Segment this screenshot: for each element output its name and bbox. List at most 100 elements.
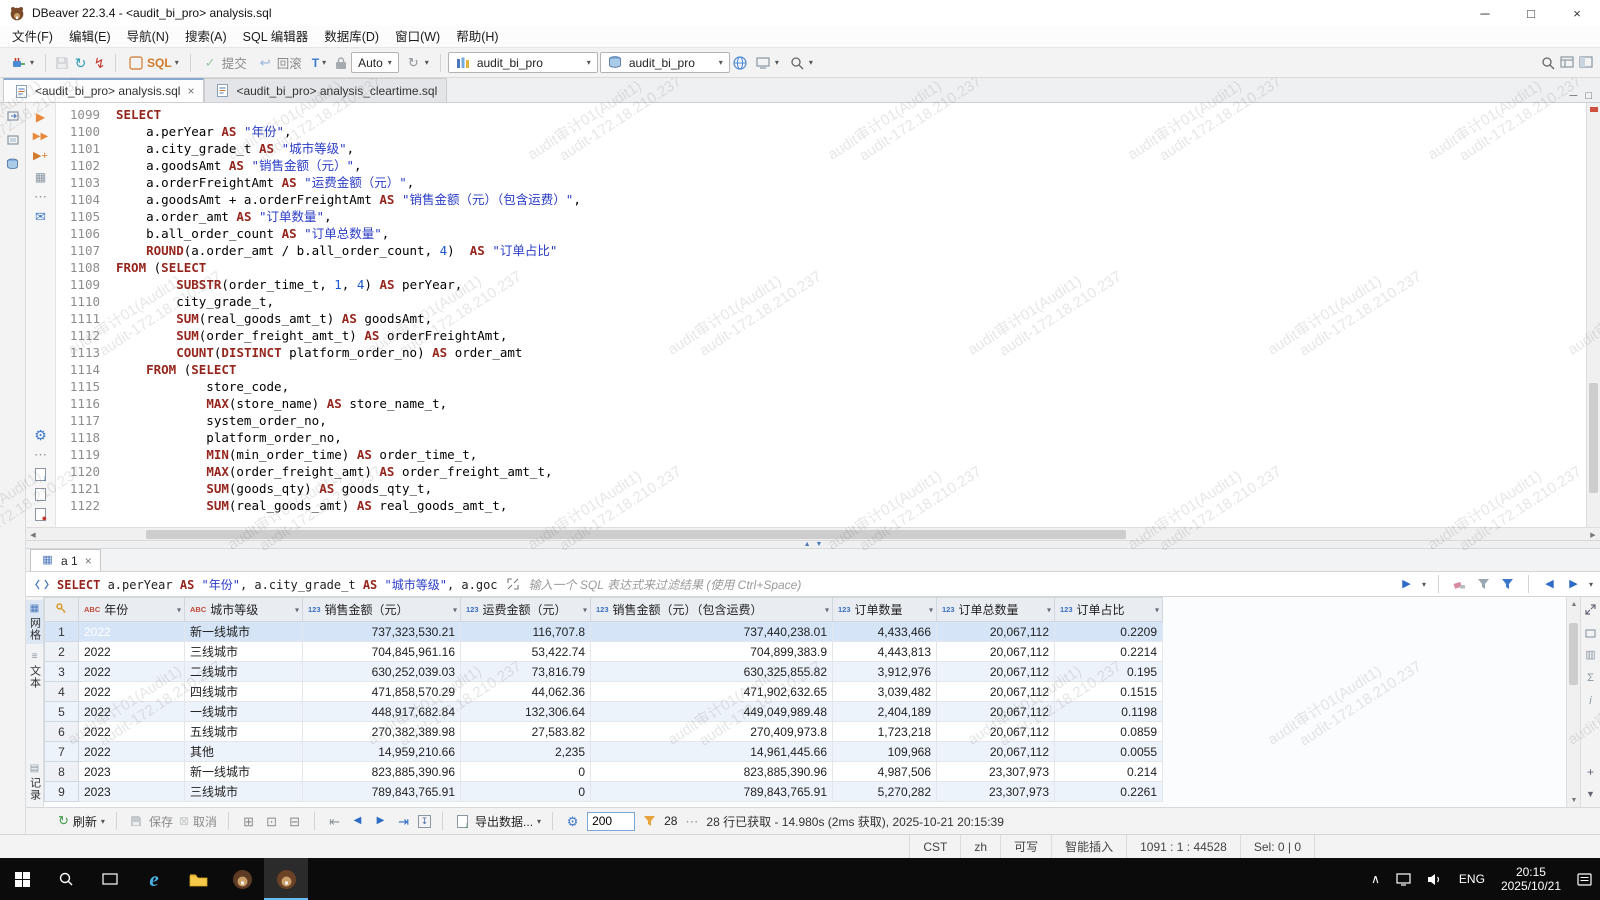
- grid-cell[interactable]: 20,067,112: [937, 622, 1055, 642]
- grid-cell[interactable]: 2022: [79, 642, 185, 662]
- code-line[interactable]: a.order_amt AS "订单数量",: [116, 208, 1586, 225]
- grid-cell[interactable]: 23,307,973: [937, 762, 1055, 782]
- grid-cell[interactable]: 3,039,482: [833, 682, 937, 702]
- grid-cell[interactable]: 0: [461, 762, 591, 782]
- file-explorer-icon[interactable]: [176, 858, 220, 900]
- grid-corner[interactable]: [45, 598, 79, 622]
- abort-icon[interactable]: ↯: [91, 54, 108, 71]
- transaction-log-button[interactable]: ↻ ▾: [401, 52, 433, 73]
- execute-script-icon[interactable]: ▶▶: [32, 128, 49, 145]
- calc-panel-icon[interactable]: Σ: [1582, 670, 1599, 687]
- code-line[interactable]: SUBSTR(order_time_t, 1, 4) AS perYear,: [116, 276, 1586, 293]
- column-header[interactable]: 123订单总数量▾: [937, 598, 1055, 622]
- code-line[interactable]: a.orderFreightAmt AS "运费金额（元）",: [116, 174, 1586, 191]
- row-number[interactable]: 6: [45, 722, 79, 742]
- history-forward-icon[interactable]: ▶: [1565, 576, 1582, 593]
- scroll-left-icon[interactable]: ◀: [26, 528, 40, 541]
- database-navigator-icon[interactable]: [4, 155, 21, 172]
- grid-cell[interactable]: 5,270,282: [833, 782, 937, 802]
- tab-close-icon[interactable]: ×: [85, 554, 92, 568]
- column-filter-icon[interactable]: ▾: [1155, 605, 1159, 614]
- scroll-right-icon[interactable]: ▶: [1586, 528, 1600, 541]
- code-line[interactable]: a.perYear AS "年份",: [116, 123, 1586, 140]
- prev-page-icon[interactable]: ◀: [349, 813, 366, 830]
- grid-cell[interactable]: 109,968: [833, 742, 937, 762]
- quick-search-icon[interactable]: [1539, 54, 1556, 71]
- window-layout-button[interactable]: ▾: [751, 52, 783, 73]
- grid-cell[interactable]: 704,845,961.16: [303, 642, 461, 662]
- show-view-icon[interactable]: [1577, 54, 1594, 71]
- export-data-button[interactable]: ↓ 导出数据... ▾: [454, 813, 541, 830]
- grid-cell[interactable]: 2023: [79, 762, 185, 782]
- row-number[interactable]: 2: [45, 642, 79, 662]
- menu-navigate[interactable]: 导航(N): [119, 26, 177, 48]
- transaction-mode-button[interactable]: T ▾: [308, 54, 330, 72]
- scroll-down-icon[interactable]: ▼: [1567, 793, 1581, 807]
- menu-file[interactable]: 文件(F): [4, 26, 61, 48]
- grid-cell[interactable]: 三线城市: [185, 642, 303, 662]
- grid-cell[interactable]: 2022: [79, 742, 185, 762]
- grid-cell[interactable]: 4,987,506: [833, 762, 937, 782]
- grid-cell[interactable]: 789,843,765.91: [303, 782, 461, 802]
- grid-cell[interactable]: 其他: [185, 742, 303, 762]
- grid-cell[interactable]: 新一线城市: [185, 622, 303, 642]
- dbeaver-app-icon-active[interactable]: [264, 858, 308, 900]
- code-line[interactable]: store_code,: [116, 378, 1586, 395]
- grid-cell[interactable]: 4,443,813: [833, 642, 937, 662]
- fetch-size-input[interactable]: [587, 812, 635, 831]
- grid-cell[interactable]: 53,422.74: [461, 642, 591, 662]
- code-line[interactable]: city_grade_t,: [116, 293, 1586, 310]
- grid-cell[interactable]: 0.2261: [1055, 782, 1163, 802]
- new-connection-button[interactable]: ▾: [6, 52, 38, 73]
- fetch-all-icon[interactable]: ↧: [418, 815, 431, 828]
- open-perspective-icon[interactable]: [1558, 54, 1575, 71]
- code-line[interactable]: SUM(order_freight_amt_t) AS orderFreight…: [116, 327, 1586, 344]
- clear-filter-icon[interactable]: [1451, 576, 1468, 593]
- collapse-down-icon[interactable]: ▼: [816, 541, 823, 548]
- search-button[interactable]: ▾: [785, 52, 817, 73]
- menu-search[interactable]: 搜索(A): [177, 26, 235, 48]
- grid-cell[interactable]: 270,409,973.8: [591, 722, 833, 742]
- grid-cell[interactable]: 2022: [79, 722, 185, 742]
- column-filter-icon[interactable]: ▾: [929, 605, 933, 614]
- grid-cell[interactable]: 0.1198: [1055, 702, 1163, 722]
- minimize-panel-icon[interactable]: ─: [1570, 90, 1578, 102]
- grid-cell[interactable]: 2022: [79, 622, 185, 642]
- code-line[interactable]: FROM (SELECT: [116, 259, 1586, 276]
- grid-cell[interactable]: 0.195: [1055, 662, 1163, 682]
- filter-placeholder[interactable]: 输入一个 SQL 表达式来过滤结果 (使用 Ctrl+Space): [529, 576, 1391, 593]
- grid-cell[interactable]: 0.0055: [1055, 742, 1163, 762]
- more-tools-icon[interactable]: ⋯: [32, 446, 49, 463]
- grid-cell[interactable]: 630,325,855.82: [591, 662, 833, 682]
- restore-results-icon[interactable]: [1582, 624, 1599, 641]
- execute-new-tab-icon[interactable]: ▶+: [32, 148, 49, 165]
- commit-button[interactable]: ✓ 提交: [198, 51, 251, 74]
- connection-select[interactable]: audit_bi_pro ▾: [448, 52, 598, 73]
- code-area[interactable]: SELECT a.perYear AS "年份", a.city_grade_t…: [108, 103, 1586, 527]
- explain-plan-icon[interactable]: ▦: [32, 168, 49, 185]
- record-mode-tab[interactable]: ▤ 记录: [27, 760, 43, 807]
- export-file-icon[interactable]: ↓: [32, 466, 49, 483]
- grid-cell[interactable]: 四线城市: [185, 682, 303, 702]
- save-button[interactable]: 保存: [128, 813, 173, 830]
- add-panel-icon[interactable]: +: [1582, 763, 1599, 780]
- maximize-results-icon[interactable]: [1582, 601, 1599, 618]
- restore-navigator-panel-icon[interactable]: [4, 107, 21, 124]
- column-filter-icon[interactable]: ▾: [177, 605, 181, 614]
- history-back-icon[interactable]: ◀: [1541, 576, 1558, 593]
- first-page-icon[interactable]: ⇤: [326, 813, 343, 830]
- grid-cell[interactable]: 789,843,765.91: [591, 782, 833, 802]
- grid-cell[interactable]: 14,961,445.66: [591, 742, 833, 762]
- grid-cell[interactable]: 23,307,973: [937, 782, 1055, 802]
- grid-cell[interactable]: 20,067,112: [937, 702, 1055, 722]
- language-button[interactable]: ENG: [1451, 858, 1493, 900]
- cancel-button[interactable]: ⊠ 取消: [179, 813, 217, 830]
- code-line[interactable]: platform_order_no,: [116, 429, 1586, 446]
- database-select[interactable]: audit_bi_pro ▾: [600, 52, 730, 73]
- code-line[interactable]: a.city_grade_t AS "城市等级",: [116, 140, 1586, 157]
- grid-cell[interactable]: 20,067,112: [937, 662, 1055, 682]
- column-header[interactable]: ABC年份▾: [79, 598, 185, 622]
- column-header[interactable]: 123订单占比▾: [1055, 598, 1163, 622]
- row-number[interactable]: 7: [45, 742, 79, 762]
- grid-cell[interactable]: 1,723,218: [833, 722, 937, 742]
